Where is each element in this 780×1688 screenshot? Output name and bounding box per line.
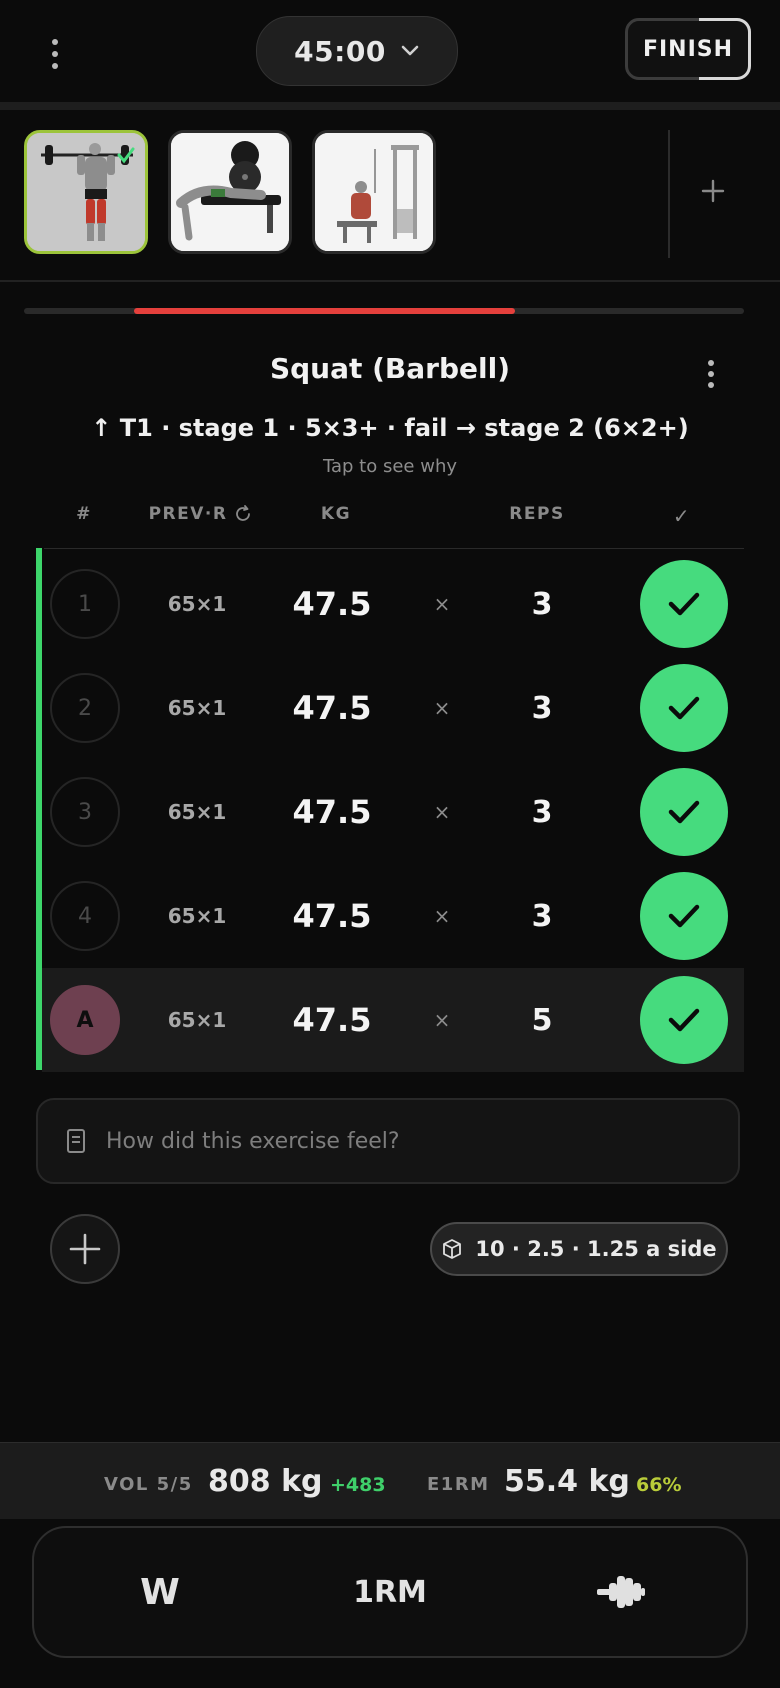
exercise-thumb-bench[interactable]	[168, 130, 292, 254]
complete-set-button[interactable]	[640, 768, 728, 856]
warmup-button[interactable]: W	[120, 1560, 200, 1624]
reps-input[interactable]: 5	[492, 968, 592, 1072]
checkmark-icon	[668, 904, 700, 928]
previous-value[interactable]: 65×1	[142, 968, 252, 1072]
e1rm-value: 55.4 kg	[504, 1464, 630, 1499]
times-sign: ×	[433, 696, 451, 720]
plus-icon	[701, 179, 725, 203]
thumb-divider	[668, 130, 670, 258]
previous-value[interactable]: 65×1	[142, 552, 252, 656]
note-icon	[67, 1129, 85, 1153]
one-rep-max-button[interactable]: 1RM	[340, 1560, 440, 1624]
set-number[interactable]: 1	[50, 569, 120, 639]
reps-input[interactable]: 3	[492, 760, 592, 864]
exercise-thumb-row[interactable]	[312, 130, 436, 254]
weight-input[interactable]: 47.5	[272, 760, 392, 864]
times-sign: ×	[433, 800, 451, 824]
plate-calculator-button[interactable]: 10 · 2.5 · 1.25 a side	[430, 1222, 728, 1276]
checkmark-icon	[668, 696, 700, 720]
checkmark-icon	[668, 1008, 700, 1032]
thumbs-divider	[0, 280, 780, 282]
add-set-button[interactable]	[50, 1214, 120, 1284]
exercise-thumb-squat[interactable]	[24, 130, 148, 254]
plate-breakdown: 10 · 2.5 · 1.25 a side	[475, 1237, 717, 1261]
times-sign: ×	[433, 904, 451, 928]
complete-set-button[interactable]	[640, 976, 728, 1064]
bench-press-illustration	[171, 133, 289, 251]
set-number[interactable]: A	[50, 985, 120, 1055]
e1rm-label: E1RM	[427, 1474, 490, 1495]
set-number[interactable]: 2	[50, 673, 120, 743]
col-header-reps: REPS	[509, 504, 565, 524]
exercise-notes[interactable]	[36, 1098, 740, 1184]
progression-hint[interactable]: Tap to see why	[0, 456, 780, 477]
previous-value[interactable]: 65×1	[142, 656, 252, 760]
set-row: 3 65×1 47.5 × 3	[42, 760, 744, 864]
col-header-set: #	[76, 504, 92, 524]
add-exercise-button[interactable]	[690, 168, 736, 214]
previous-value[interactable]: 65×1	[142, 864, 252, 968]
set-row: 1 65×1 47.5 × 3	[42, 552, 744, 656]
progression-stage[interactable]: ↑ T1 · stage 1 · 5×3+ · fail → stage 2 (…	[0, 414, 780, 442]
header-divider	[0, 102, 780, 110]
col-header-prev[interactable]: PREV·R	[136, 504, 266, 524]
reps-input[interactable]: 3	[492, 864, 592, 968]
refresh-icon	[236, 505, 251, 521]
cable-row-illustration	[315, 133, 433, 251]
set-row: 4 65×1 47.5 × 3	[42, 864, 744, 968]
times-sign: ×	[433, 592, 451, 616]
dumbbell-icon	[597, 1576, 645, 1608]
complete-set-button[interactable]	[640, 872, 728, 960]
set-row: 2 65×1 47.5 × 3	[42, 656, 744, 760]
barbell-squat-illustration	[27, 133, 145, 251]
plus-icon	[69, 1233, 101, 1265]
box-icon	[443, 1239, 462, 1259]
set-number[interactable]: 3	[50, 777, 120, 847]
finish-button[interactable]: FINISH	[625, 18, 751, 80]
set-number[interactable]: 4	[50, 881, 120, 951]
checkmark-icon	[668, 800, 700, 824]
menu-icon[interactable]	[40, 34, 70, 74]
table-header-divider	[44, 548, 744, 549]
timer-button[interactable]: 45:00	[256, 16, 458, 86]
times-sign: ×	[433, 1008, 451, 1032]
timer-value: 45:00	[294, 34, 386, 68]
complete-set-button[interactable]	[640, 560, 728, 648]
set-row: A 65×1 47.5 × 5	[42, 968, 744, 1072]
notes-input[interactable]	[104, 1120, 738, 1162]
weight-input[interactable]: 47.5	[272, 968, 392, 1072]
workout-progress-fill	[134, 308, 515, 314]
volume-value: 808 kg	[208, 1464, 323, 1499]
plates-button[interactable]	[586, 1560, 656, 1624]
weight-input[interactable]: 47.5	[272, 864, 392, 968]
weight-input[interactable]: 47.5	[272, 656, 392, 760]
exercise-title[interactable]: Squat (Barbell)	[0, 352, 780, 385]
chevron-down-icon	[401, 45, 419, 56]
complete-set-button[interactable]	[640, 664, 728, 752]
volume-label: VOL 5/5	[104, 1474, 193, 1495]
col-header-check: ✓	[672, 504, 692, 528]
reps-input[interactable]: 3	[492, 656, 592, 760]
volume-delta: +483	[330, 1474, 386, 1496]
col-header-kg: KG	[320, 504, 352, 524]
checkmark-icon	[668, 592, 700, 616]
exercise-options-icon[interactable]	[696, 356, 726, 392]
weight-input[interactable]: 47.5	[272, 552, 392, 656]
reps-input[interactable]: 3	[492, 552, 592, 656]
col-header-prev-label: PREV·R	[148, 504, 228, 524]
previous-value[interactable]: 65×1	[142, 760, 252, 864]
e1rm-percent: 66%	[636, 1474, 682, 1496]
